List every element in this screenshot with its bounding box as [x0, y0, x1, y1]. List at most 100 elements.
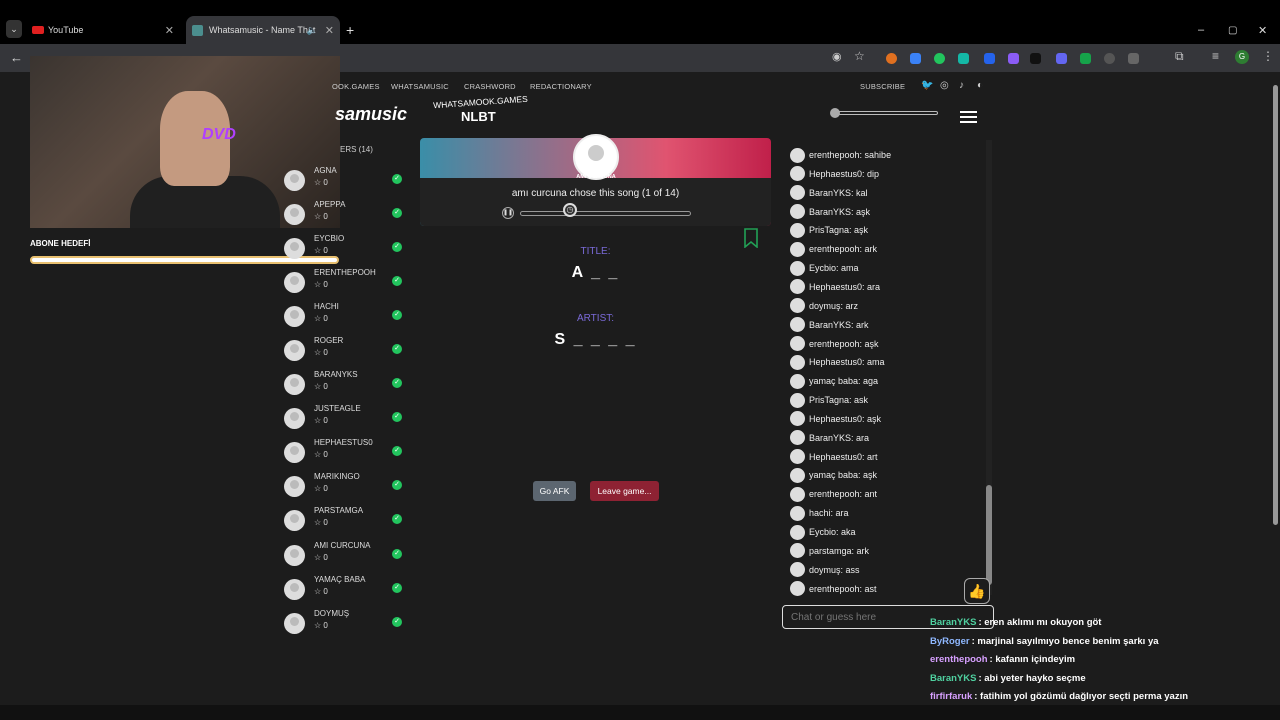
avatar — [790, 336, 805, 351]
leave-game-button[interactable]: Leave game... — [590, 481, 659, 501]
page-scroll-thumb[interactable] — [1273, 85, 1278, 525]
player-score: ☆ 0 — [314, 212, 328, 221]
extension-icon[interactable] — [958, 53, 969, 64]
nav-whatsamusic[interactable]: WHATSAMUSIC — [391, 82, 449, 91]
extension-icon[interactable] — [1104, 53, 1115, 64]
instagram-icon[interactable]: ◎ — [940, 80, 949, 91]
extension-icon[interactable] — [1080, 53, 1091, 64]
score-value: 0 — [323, 587, 328, 596]
eye-off-icon[interactable]: ◉ — [832, 50, 842, 63]
player-row: ERENTHEPOOH ☆ 0 ✓ — [284, 268, 409, 298]
page-scrollbar[interactable] — [1272, 80, 1279, 705]
artist-label: ARTIST: — [576, 313, 615, 324]
extension-icon[interactable] — [1128, 53, 1139, 64]
extension-icon[interactable] — [1008, 53, 1019, 64]
player-row: AGNA ☆ 0 ✓ — [284, 166, 409, 196]
nav-crashword[interactable]: CRASHWORD — [464, 82, 516, 91]
avatar — [790, 581, 805, 597]
nav-ook-games[interactable]: OOK.GAMES — [332, 82, 380, 91]
extension-icon[interactable] — [886, 53, 897, 64]
player-name: AGNA — [314, 166, 337, 175]
extension-icon[interactable] — [984, 53, 995, 64]
tab-youtube[interactable]: YouTube ✕ — [28, 16, 180, 44]
chat-message-text: BaranYKS: ara — [809, 432, 870, 443]
score-value: 0 — [323, 553, 328, 562]
avatar — [790, 166, 805, 182]
player-name: ROGER — [314, 336, 344, 345]
hamburger-menu-icon[interactable] — [960, 111, 977, 124]
stream-chat-message: BaranYKS: abi yeter hayko seçme — [930, 673, 1086, 684]
score-value: 0 — [323, 178, 328, 187]
back-arrow-icon[interactable]: ← — [10, 50, 23, 65]
score-value: 0 — [323, 314, 328, 323]
chat-scroll-thumb[interactable] — [986, 485, 992, 585]
extension-icon[interactable] — [934, 53, 945, 64]
tiktok-icon[interactable]: ♪ — [959, 80, 964, 91]
menu-dots-icon[interactable]: ⋮ — [1262, 49, 1274, 63]
chat-message-text: Hephaestus0: aşk — [809, 413, 882, 424]
player-name: BARANYKS — [314, 370, 358, 379]
player-name: APEPPA — [314, 200, 346, 209]
check-icon: ✓ — [392, 242, 402, 252]
site-logo[interactable]: samusic — [335, 104, 407, 125]
player-name: HACHI — [314, 302, 339, 311]
star-icon: ☆ — [314, 348, 324, 357]
discord-icon[interactable]: ◐ — [977, 80, 983, 91]
bookmark-icon[interactable] — [743, 228, 759, 248]
close-icon[interactable]: ✕ — [325, 24, 334, 37]
avatar — [790, 185, 805, 201]
chat-message: parstamga: ark — [790, 542, 869, 560]
star-icon[interactable]: ☆ — [854, 49, 865, 63]
avatar — [790, 430, 805, 446]
chat-list[interactable]: erenthepooh: sahibe Hephaestus0: dip Baran… — [786, 128, 986, 598]
stream-chat-user: ByRoger — [930, 635, 970, 647]
player-row: MARIKINGO ☆ 0 ✓ — [284, 472, 409, 502]
stream-chat-message: ByRoger: marjinal sayılmıyo bence benim … — [930, 636, 1159, 647]
stream-chat-text: : fatihim yol gözümü dağlıyor seçti perm… — [974, 691, 1189, 702]
volume-slider[interactable] — [830, 108, 940, 118]
extension-icon[interactable] — [910, 53, 921, 64]
chat-message-text: parstamga: ark — [809, 545, 870, 556]
nav-redactionary[interactable]: REDACTIONARY — [530, 82, 592, 91]
avatar — [284, 204, 305, 225]
close-icon[interactable]: ✕ — [165, 24, 174, 37]
chat-message: hachi: ara — [790, 504, 849, 522]
player-row: EYCBIO ☆ 0 ✓ — [284, 234, 409, 264]
tab-whatsamusic[interactable]: Whatsamusic - Name That 🔈 ✕ — [186, 16, 340, 44]
player-score: ☆ 0 — [314, 484, 328, 493]
profile-avatar[interactable]: G — [1235, 50, 1249, 64]
chat-message: Eycbio: aka — [790, 523, 856, 541]
player-score: ☆ 0 — [314, 553, 328, 562]
extension-icon[interactable] — [1056, 53, 1067, 64]
new-tab-button[interactable]: + — [346, 16, 360, 44]
player-name: AMI CURCUNA — [314, 541, 371, 550]
media-icon[interactable]: ≡ — [1212, 49, 1219, 63]
nav-subscribe[interactable]: SUBSCRIBE — [860, 82, 905, 91]
chat-message-text: erenthepooh: ark — [809, 244, 878, 255]
chat-message-text: PrisTagna: aşk — [809, 225, 869, 236]
tab-search-button[interactable]: ⌄ — [6, 20, 22, 38]
score-value: 0 — [323, 518, 328, 527]
go-afk-button[interactable]: Go AFK — [533, 481, 576, 501]
player-score: ☆ 0 — [314, 518, 328, 527]
check-icon: ✓ — [392, 412, 402, 422]
dvd-logo: DVD — [202, 126, 236, 143]
banner-panel — [420, 178, 771, 226]
avatar — [790, 204, 805, 220]
window-close-button[interactable]: ✕ — [1258, 16, 1270, 44]
chat-scrollbar[interactable] — [986, 140, 992, 595]
pause-icon[interactable]: ❚❚ — [502, 207, 514, 219]
extension-icon[interactable] — [1030, 53, 1041, 64]
speaker-icon[interactable]: 🔈 — [307, 25, 318, 36]
thumbs-up-icon[interactable]: 👍 — [964, 578, 990, 604]
volume-knob[interactable] — [830, 108, 840, 118]
chat-message: BaranYKS: kal — [790, 184, 868, 202]
chat-message-text: Hephaestus0: ara — [809, 281, 881, 292]
maximize-button[interactable]: ▢ — [1228, 16, 1240, 44]
score-value: 0 — [323, 382, 328, 391]
minimize-button[interactable]: – — [1198, 16, 1210, 44]
twitter-icon[interactable]: 🐦 — [921, 80, 934, 91]
avatar — [284, 340, 305, 361]
extensions-icon[interactable]: ⧉ — [1175, 49, 1184, 64]
star-icon: ☆ — [314, 518, 324, 527]
